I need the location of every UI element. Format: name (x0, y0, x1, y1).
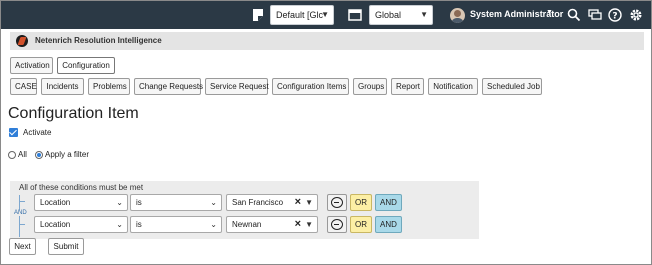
chevron-down-icon: ⌄ (116, 198, 123, 207)
minus-circle-icon (331, 197, 343, 208)
and-button[interactable]: AND (375, 216, 402, 233)
chevron-down-icon: ▼ (321, 10, 329, 19)
tab-change-requests[interactable]: Change Requests (134, 78, 203, 95)
radio-apply-filter[interactable] (35, 151, 43, 159)
avatar[interactable] (450, 8, 465, 23)
top-bar: Default [Glc ▼ Global ▼ System Administr… (1, 1, 651, 29)
tab-case[interactable]: CASE (10, 78, 37, 95)
activate-label: Activate (23, 128, 52, 137)
and-button[interactable]: AND (375, 194, 402, 211)
tab-service-request[interactable]: Service Request (205, 78, 269, 95)
radio-all-label: All (18, 150, 27, 159)
condition-field-value: Location (40, 220, 71, 229)
conditions-header: All of these conditions must be met (19, 183, 144, 192)
scope-select-value: Global (375, 10, 402, 20)
page-title: Configuration Item (8, 105, 139, 122)
next-button[interactable]: Next (9, 238, 36, 255)
condition-field-value: Location (40, 198, 71, 207)
condition-operator-select[interactable]: is ⌄ (130, 194, 222, 211)
and-connector-tick (19, 224, 25, 225)
scope-icon[interactable] (348, 8, 362, 22)
chevron-down-icon: ▼ (420, 10, 428, 19)
condition-value-select[interactable]: San Francisco × ▼ (226, 194, 318, 211)
condition-field-select[interactable]: Location ⌄ (34, 216, 128, 233)
chevron-down-icon: ⌄ (210, 198, 217, 207)
gear-icon[interactable] (629, 8, 643, 22)
scope-select[interactable]: Global ▼ (369, 5, 433, 25)
and-connector-tick (19, 201, 25, 202)
app-header: Netenrich Resolution Intelligence (10, 32, 644, 50)
tab-report[interactable]: Report (391, 78, 424, 95)
or-button[interactable]: OR (350, 216, 372, 233)
radio-apply-filter-label: Apply a filter (45, 150, 90, 159)
search-icon[interactable] (567, 8, 581, 22)
tab-configuration-items[interactable]: Configuration Items (272, 78, 349, 95)
condition-value: San Francisco (232, 198, 284, 207)
submit-button[interactable]: Submit (48, 238, 84, 255)
user-menu-caret-icon[interactable]: ▼ (546, 9, 553, 16)
condition-operator-value: is (136, 198, 142, 207)
activate-checkbox[interactable] (9, 128, 18, 137)
svg-text:?: ? (612, 12, 617, 22)
help-icon[interactable]: ? (608, 8, 622, 22)
or-button[interactable]: OR (350, 194, 372, 211)
condition-operator-select[interactable]: is ⌄ (130, 216, 222, 233)
condition-field-select[interactable]: Location ⌄ (34, 194, 128, 211)
clear-icon[interactable]: × (295, 195, 301, 210)
tab-configuration[interactable]: Configuration (57, 57, 115, 74)
tab-groups[interactable]: Groups (353, 78, 387, 95)
caret-down-icon[interactable]: ▼ (305, 195, 313, 210)
tab-notification[interactable]: Notification (428, 78, 478, 95)
and-connector-label: AND (14, 210, 27, 216)
chevron-down-icon: ⌄ (210, 220, 217, 229)
minus-circle-icon (331, 219, 343, 230)
condition-value: Newnan (232, 220, 262, 229)
domain-select-value: Default [Glc (276, 10, 324, 20)
remove-condition-button[interactable] (327, 216, 347, 233)
radio-all[interactable] (8, 151, 16, 159)
app-title: Netenrich Resolution Intelligence (35, 36, 162, 45)
chat-icon[interactable] (588, 8, 602, 22)
remove-condition-button[interactable] (327, 194, 347, 211)
condition-operator-value: is (136, 220, 142, 229)
domain-icon[interactable] (251, 8, 265, 22)
tab-incidents[interactable]: Incidents (41, 78, 84, 95)
condition-value-select[interactable]: Newnan × ▼ (226, 216, 318, 233)
tab-scheduled-job[interactable]: Scheduled Job (482, 78, 542, 95)
domain-select[interactable]: Default [Glc ▼ (270, 5, 334, 25)
netenrich-logo-icon (16, 35, 28, 47)
tab-activation[interactable]: Activation (10, 57, 53, 74)
chevron-down-icon: ⌄ (116, 220, 123, 229)
tab-problems[interactable]: Problems (88, 78, 130, 95)
caret-down-icon[interactable]: ▼ (305, 217, 313, 232)
clear-icon[interactable]: × (295, 217, 301, 232)
